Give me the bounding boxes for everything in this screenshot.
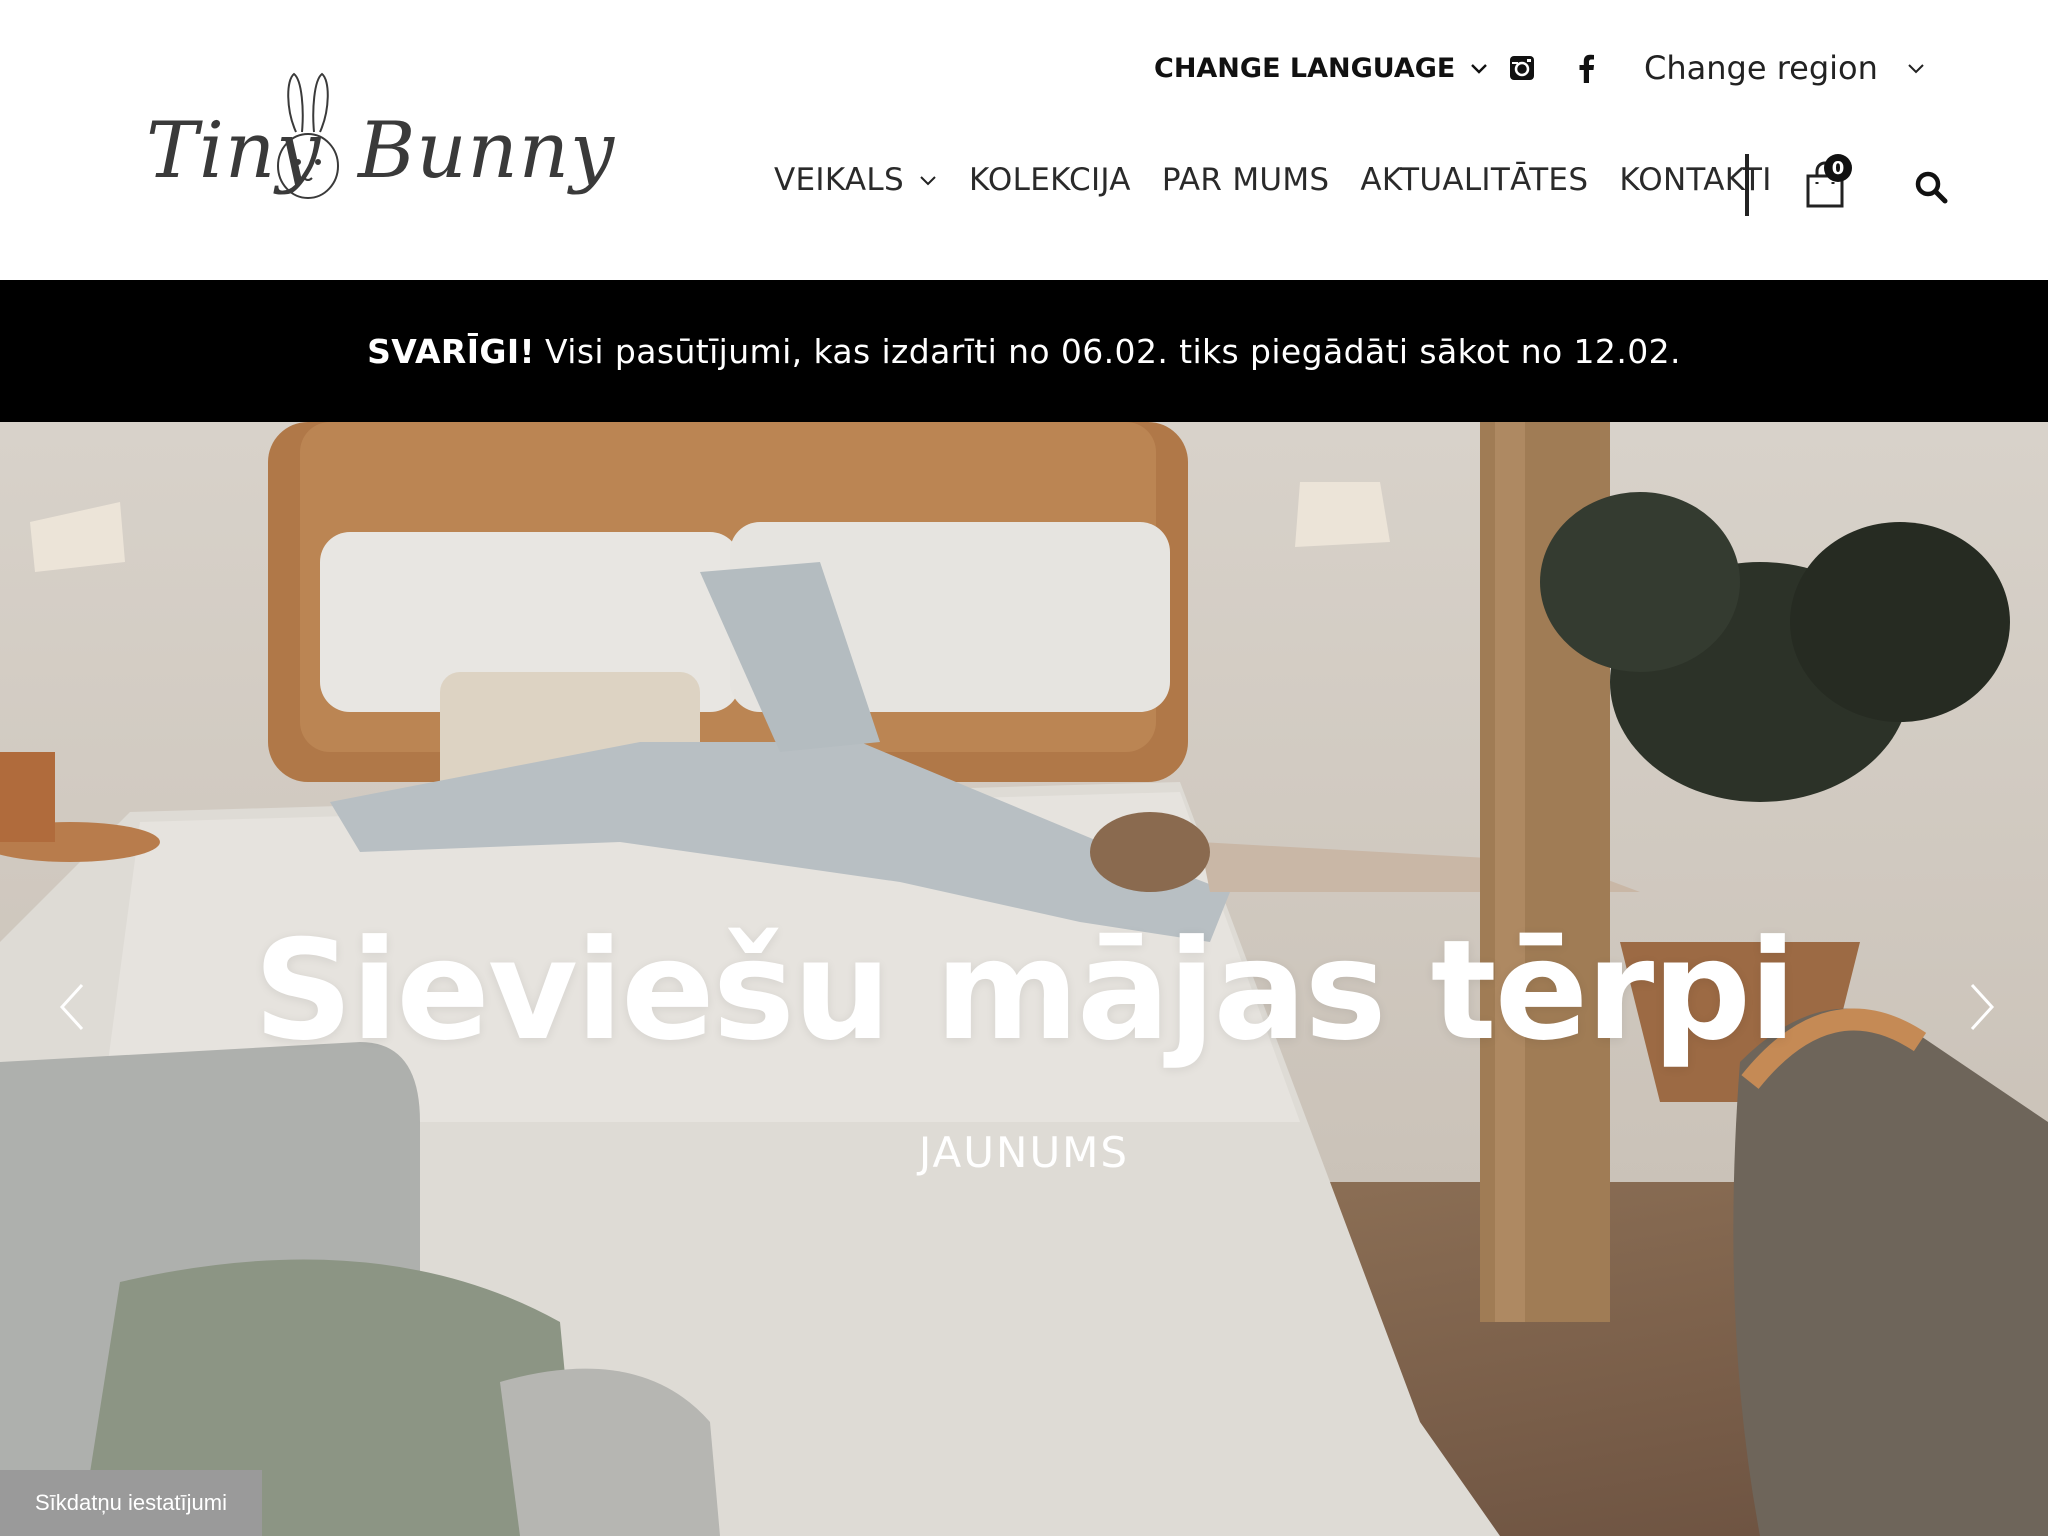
cart-count-badge: 0 <box>1824 154 1852 182</box>
slider-next-arrow-icon[interactable] <box>1962 977 2002 1037</box>
nav-divider <box>1745 154 1749 216</box>
nav-item-kolekcija[interactable]: KOLEKCIJA <box>969 162 1131 198</box>
announcement-strong: SVARĪGI! <box>367 331 536 371</box>
nav-item-veikals[interactable]: VEIKALS <box>774 162 938 198</box>
hero-slider: Sieviešu mājas tērpi JAUNUMS <box>0 422 2048 1536</box>
nav-label: VEIKALS <box>774 162 904 198</box>
main-nav: VEIKALS KOLEKCIJA PAR MUMS AKTUALITĀTES … <box>774 150 1772 210</box>
change-language-dropdown[interactable]: CHANGE LANGUAGE <box>1154 44 1489 92</box>
nav-label: PAR MUMS <box>1161 162 1330 198</box>
nav-item-aktualitates[interactable]: AKTUALITĀTES <box>1360 162 1588 198</box>
announcement-bar: SVARĪGI! Visi pasūtījumi, kas izdarīti n… <box>0 280 2048 422</box>
cookie-settings-button[interactable]: Sīkdatņu iestatījumi <box>0 1470 262 1536</box>
slider-prev-arrow-icon[interactable] <box>52 977 92 1037</box>
instagram-icon[interactable] <box>1506 52 1538 84</box>
change-region-label: Change region <box>1644 49 1878 87</box>
hero-subtitle: JAUNUMS <box>918 1128 1130 1177</box>
nav-item-par-mums[interactable]: PAR MUMS <box>1162 162 1330 198</box>
nav-label: AKTUALITĀTES <box>1360 162 1589 198</box>
hero-title: Sieviešu mājas tērpi <box>253 910 1797 1071</box>
logo-text-bunny: Bunny <box>358 106 616 196</box>
chevron-down-icon <box>1908 64 1924 74</box>
facebook-icon[interactable] <box>1570 52 1602 84</box>
rabbit-logo-icon <box>277 72 339 199</box>
search-icon[interactable] <box>1914 170 1948 204</box>
nav-label: KOLEKCIJA <box>968 162 1131 198</box>
brand-logo[interactable]: Tiny Bunny <box>140 66 614 206</box>
change-region-dropdown[interactable]: Change region <box>1644 44 1926 92</box>
chevron-down-icon <box>920 176 936 186</box>
social-links <box>1506 44 1602 92</box>
change-language-label: CHANGE LANGUAGE <box>1154 52 1456 84</box>
chevron-down-icon <box>1471 64 1488 74</box>
announcement-text: Visi pasūtījumi, kas izdarīti no 06.02. … <box>545 331 1681 371</box>
site-header: Tiny Bunny CHANGE LANGUAGE Change region <box>0 0 2048 280</box>
